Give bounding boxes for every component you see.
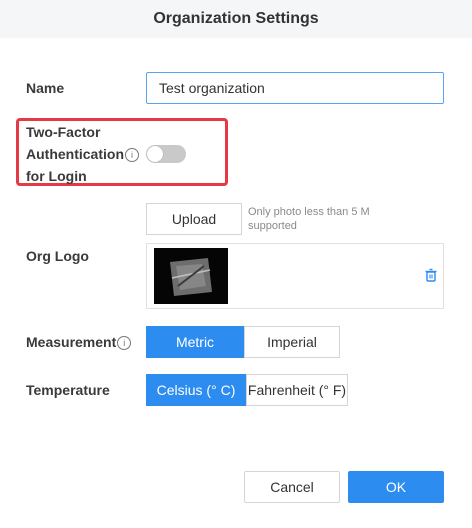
- two-factor-label-line2: Authentication: [26, 146, 124, 162]
- two-factor-label-line3: for Login: [26, 168, 87, 184]
- temperature-label: Temperature: [26, 382, 110, 398]
- fahrenheit-option[interactable]: Fahrenheit (° F): [246, 374, 348, 406]
- dialog-header: Organization Settings: [0, 0, 472, 38]
- upload-button[interactable]: Upload: [146, 203, 242, 235]
- upload-hint: Only photo less than 5 M supported: [248, 206, 370, 232]
- org-logo-label: Org Logo: [26, 248, 89, 264]
- logo-image: [154, 248, 228, 304]
- measurement-label-text: Measurement: [26, 334, 117, 350]
- celsius-option[interactable]: Celsius (° C): [146, 374, 246, 406]
- measurement-info-icon[interactable]: i: [117, 336, 132, 351]
- name-input[interactable]: [146, 72, 444, 104]
- measurement-label: Measurement i: [26, 334, 132, 351]
- trash-icon[interactable]: [424, 268, 438, 282]
- dialog-title: Organization Settings: [153, 10, 319, 27]
- two-factor-toggle[interactable]: [146, 145, 186, 163]
- metric-option[interactable]: Metric: [146, 326, 244, 358]
- imperial-option[interactable]: Imperial: [244, 326, 340, 358]
- ok-button[interactable]: OK: [348, 471, 444, 503]
- two-factor-label: Two-Factor Authentication i for Login: [26, 121, 139, 187]
- cancel-button[interactable]: Cancel: [244, 471, 340, 503]
- two-factor-label-line1: Two-Factor: [26, 124, 101, 140]
- info-icon[interactable]: i: [125, 148, 139, 163]
- name-label: Name: [26, 80, 65, 96]
- toggle-knob: [147, 146, 163, 162]
